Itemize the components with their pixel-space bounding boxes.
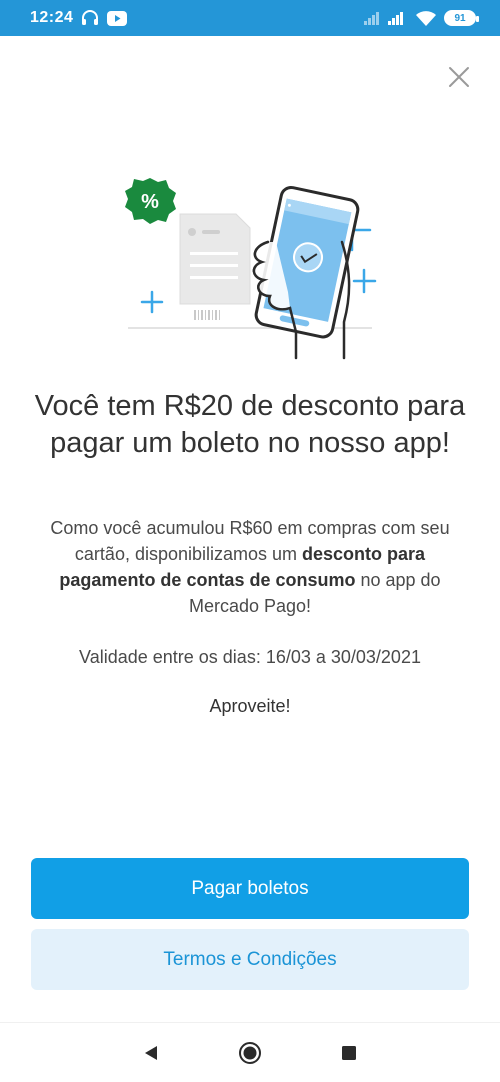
youtube-icon: [107, 10, 128, 26]
home-icon: [239, 1041, 261, 1064]
battery-icon: 91: [444, 10, 479, 26]
recents-button[interactable]: [334, 1038, 364, 1068]
status-bar: 12:24 91: [0, 0, 500, 36]
signal-icon: [364, 11, 408, 25]
back-button[interactable]: [136, 1038, 166, 1068]
offer-validity: Validade entre os dias: 16/03 a 30/03/20…: [79, 647, 421, 667]
status-bar-left: 12:24: [30, 9, 128, 27]
offer-title: Você tem R$20 de desconto para pagar um …: [34, 390, 466, 459]
close-icon: [449, 67, 469, 87]
discount-badge-icon: %: [125, 178, 176, 224]
status-bar-right: 91: [364, 10, 479, 26]
svg-text:%: %: [141, 191, 159, 213]
home-button[interactable]: [235, 1038, 265, 1068]
recents-icon: [342, 1045, 356, 1060]
plus-sparkle-icon: [140, 290, 164, 314]
offer-cta-text: Aproveite!: [209, 696, 291, 716]
status-time: 12:24: [30, 9, 74, 26]
phone-check-icon: [252, 185, 360, 360]
boleto-document-icon: [179, 213, 251, 320]
terms-conditions-button[interactable]: Termos e Condições: [31, 929, 469, 990]
pay-boletos-button[interactable]: Pagar boletos: [31, 858, 469, 919]
battery-level: 91: [454, 12, 466, 24]
back-icon: [145, 1045, 157, 1060]
headphones-icon: [81, 10, 99, 26]
offer-illustration: %: [118, 172, 380, 362]
navigation-bar: [0, 1022, 500, 1082]
close-button[interactable]: [446, 64, 472, 90]
offer-description: Como você acumulou R$60 em compras com s…: [36, 515, 464, 619]
wifi-icon: [416, 10, 436, 26]
discount-offer-screen: 12:24 91 % Você tem R$20 de desconto par…: [0, 0, 500, 1082]
